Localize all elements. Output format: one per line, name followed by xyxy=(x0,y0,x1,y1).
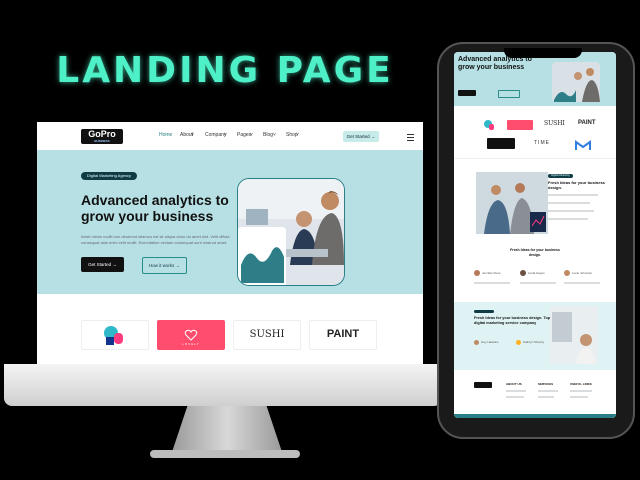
footer-column-title: ABOUT US xyxy=(506,382,522,386)
hamburger-menu-icon[interactable] xyxy=(407,134,414,141)
phone-get-started-button[interactable] xyxy=(458,90,476,96)
phone-person-name: Jennifer Rose xyxy=(482,271,501,275)
brand-sushi-text: SUSHI xyxy=(249,329,285,340)
phone-service-person: Guy Hawkins xyxy=(481,340,499,344)
brand-logo-paint: PAINT xyxy=(309,320,377,350)
chevron-down-icon: ˅ xyxy=(296,132,299,138)
text-line xyxy=(548,210,594,212)
get-started-label: Get Started xyxy=(88,262,112,267)
arrow-right-icon: → xyxy=(112,262,117,267)
phone-feature-badge: Digital Marketing xyxy=(548,174,573,178)
nav-blog[interactable]: Blog xyxy=(263,132,273,138)
text-line xyxy=(538,396,554,398)
text-line xyxy=(538,390,558,392)
phone-brand-7 xyxy=(572,138,594,150)
nav-home[interactable]: Home xyxy=(159,132,172,138)
footer-column-title: USEFUL LINKS xyxy=(570,382,592,386)
nav-cta-label: Get Started xyxy=(346,134,370,139)
chevron-down-icon: ˅ xyxy=(250,132,253,138)
text-line xyxy=(506,396,524,398)
brand-logo[interactable]: GoPro BUSINESS xyxy=(81,129,123,144)
brand-lovely-text: LOVELY xyxy=(182,342,200,346)
desktop-screen: GoPro BUSINESS Home About ˅ Company ˅ Pa… xyxy=(37,122,423,364)
text-line xyxy=(474,282,510,284)
monitor-stand xyxy=(172,406,282,452)
avatar xyxy=(520,270,526,276)
phone-brand-time: TIME xyxy=(534,140,550,146)
arrow-right-icon: → xyxy=(370,134,376,139)
desktop-navbar: GoPro BUSINESS Home About ˅ Company ˅ Pa… xyxy=(37,122,423,150)
phone-service-section: Fresh Ideas for your business design. To… xyxy=(454,302,616,370)
how-it-works-button[interactable]: How it works → xyxy=(142,257,187,274)
phone-hero-title: Advanced analytics to grow your business xyxy=(458,56,532,71)
hero-section: Digital Marketing Agency Advanced analyt… xyxy=(37,150,423,294)
footer-column-title: SERVICES xyxy=(538,382,554,386)
phone-hero-image xyxy=(552,62,600,102)
get-started-button[interactable]: Get Started → xyxy=(81,257,124,272)
logo-text: GoPro xyxy=(88,129,116,139)
phone-person-name: Lucie Johnston xyxy=(572,271,593,275)
phone-brand-sushi: SUSHI xyxy=(544,120,565,127)
footer-logo xyxy=(474,382,492,388)
phone-notch xyxy=(504,48,582,58)
hero-image xyxy=(237,178,345,286)
text-line xyxy=(548,202,590,204)
phone-brand-5 xyxy=(487,138,515,149)
arrow-right-icon: → xyxy=(175,263,181,268)
phone-brand-2 xyxy=(507,120,533,130)
phone-feature-title: Fresh Ideas for your business design. xyxy=(548,180,605,190)
brand-logo-1 xyxy=(81,320,149,350)
brand-logo-sushi: SUSHI xyxy=(233,320,301,350)
m-logo-icon xyxy=(575,140,591,150)
phone-service-image xyxy=(550,306,598,364)
avatar xyxy=(564,270,570,276)
nav-get-started-button[interactable]: Get Started → xyxy=(343,131,379,142)
text-line xyxy=(506,390,526,392)
hero-title: Advanced analytics to grow your business xyxy=(81,192,229,224)
avatar xyxy=(516,340,521,345)
chevron-down-icon: ˅ xyxy=(191,132,194,138)
text-line xyxy=(520,282,556,284)
monitor-bezel xyxy=(4,364,442,406)
phone-brand-1 xyxy=(482,118,498,130)
logo-subtext: BUSINESS xyxy=(94,139,110,143)
shapes-logo-icon xyxy=(484,120,494,130)
text-line xyxy=(570,396,588,398)
brand-paint-text: PAINT xyxy=(326,328,360,340)
chevron-down-icon: ˅ xyxy=(273,132,276,138)
avatar xyxy=(474,270,480,276)
phone-service-badge xyxy=(474,310,494,313)
avatar xyxy=(474,340,479,345)
phone-brand-paint: PAINT xyxy=(578,120,596,126)
text-line xyxy=(570,390,592,392)
brands-strip: LOVELY SUSHI PAINT xyxy=(37,294,423,364)
hero-description: Amet minim mollit non deserunt ullamco e… xyxy=(81,234,230,245)
phone-screen: Advanced analytics to grow your business… xyxy=(454,52,616,418)
how-it-works-label: How it works xyxy=(148,263,175,268)
phone-feature-image xyxy=(476,172,548,234)
phone-service-person: Kathryn Murphy xyxy=(523,340,545,344)
phone-footer: ABOUT US SERVICES USEFUL LINKS xyxy=(454,374,616,418)
hero-badge: Digital Marketing Agency xyxy=(81,172,138,180)
shapes-logo-icon xyxy=(104,326,123,345)
text-line xyxy=(564,282,600,284)
phone-service-title: Fresh Ideas for your business design. To… xyxy=(474,316,551,325)
text-line xyxy=(548,194,598,196)
footer-bar xyxy=(454,414,616,418)
phone-how-it-works-button[interactable] xyxy=(498,90,520,98)
chevron-down-icon: ˅ xyxy=(224,132,227,138)
monitor-foot xyxy=(150,450,300,458)
office-team-illustration xyxy=(238,179,344,285)
brand-logo-lovely: LOVELY xyxy=(157,320,225,350)
phone-ideas-title: Fresh Ideas for your business design. xyxy=(510,248,560,257)
headline: LANDING PAGE xyxy=(56,50,394,91)
phone-person-name: Linda Hayes xyxy=(528,271,545,275)
text-line xyxy=(548,218,588,220)
phone-hero: Advanced analytics to grow your business xyxy=(454,52,616,106)
divider xyxy=(454,158,616,159)
